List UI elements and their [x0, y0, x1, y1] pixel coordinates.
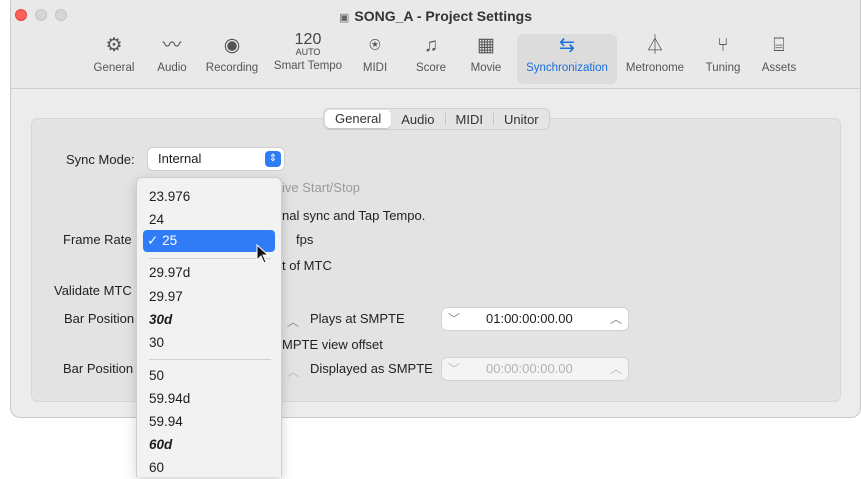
title-bar: ▣ SONG_A - Project Settings ⚙ General 〰 A… [11, 0, 860, 89]
mouse-pointer-icon [256, 243, 270, 269]
fps-label: fps [296, 232, 314, 247]
menu-item-60[interactable]: 60 [143, 457, 275, 479]
toolbar-label: Audio [157, 62, 187, 74]
frame-rate-label: Frame Rate [63, 232, 132, 247]
toolbar-label: Synchronization [526, 62, 608, 74]
tab-general[interactable]: General [325, 110, 392, 128]
tempo-display: 120 AUTO [269, 31, 347, 57]
tab-unitor[interactable]: Unitor [494, 112, 549, 127]
document-icon: ▣ [338, 12, 350, 24]
mtc-text: t of MTC [282, 258, 332, 273]
sync-icon: ⇆ [559, 35, 575, 56]
menu-divider [149, 359, 271, 360]
menu-item-30[interactable]: 30 [143, 332, 275, 354]
chevron-up-icon: ︿ [610, 362, 623, 376]
tab-audio[interactable]: Audio [391, 112, 444, 127]
bar-position-label-2: Bar Position [63, 361, 134, 376]
record-icon: ◉ [223, 35, 241, 56]
validate-mtc-label: Validate MTC [54, 283, 132, 298]
menu-item-24[interactable]: 24 [143, 209, 275, 231]
window-title: ▣ SONG_A - Project Settings [11, 8, 860, 24]
frame-rate-menu: 23.976 24 ✓ 25 29.97d 29.97 30d 30 50 59… [136, 177, 282, 477]
metronome-icon: ⏃ [645, 35, 665, 56]
internal-sync-text: nal sync and Tap Tempo. [282, 208, 426, 223]
sync-mode-label: Sync Mode: [66, 152, 135, 167]
toolbar-assets[interactable]: ⌸ Assets [755, 34, 803, 84]
sync-mode-value: Internal [158, 151, 202, 166]
menu-item-5994[interactable]: 59.94 [143, 411, 275, 433]
smpte-view-offset-text: MPTE view offset [282, 337, 383, 352]
tempo-value: 120 [294, 31, 322, 48]
smpte-value-1: 01:00:00:00.00 [486, 311, 573, 326]
chevron-up-icon: ︿ [287, 365, 300, 379]
menu-divider [149, 258, 271, 259]
toolbar-midi[interactable]: ⍟ MIDI [355, 34, 395, 84]
chevron-up-icon[interactable]: ︿ [287, 313, 299, 330]
toolbar-label: Metronome [625, 62, 685, 74]
chevron-up-icon[interactable]: ︿ [610, 308, 622, 330]
gear-icon: ⚙ [105, 35, 123, 56]
tempo-mode: AUTO [295, 47, 321, 57]
tab-segmented-control: General Audio MIDI Unitor [323, 108, 550, 130]
toolbar-label: Recording [205, 62, 259, 74]
chevron-down-icon[interactable]: ﹀ [448, 308, 460, 330]
menu-item-30d[interactable]: 30d [143, 309, 275, 331]
plays-at-smpte-label: Plays at SMPTE [310, 311, 405, 326]
toolbar-smart-tempo[interactable]: 120 AUTO Smart Tempo [269, 31, 347, 84]
menu-item-60d[interactable]: 60d [143, 434, 275, 456]
toolbar-label: Score [415, 62, 447, 74]
tuning-fork-icon: ⑂ [717, 35, 729, 56]
toolbar-label: MIDI [362, 62, 388, 74]
smpte-field-2: ﹀ 00:00:00:00.00 ︿ [442, 358, 628, 380]
tab-midi[interactable]: MIDI [446, 112, 493, 127]
sync-mode-popup[interactable]: Internal ⇕ [148, 148, 284, 170]
menu-item-5994d[interactable]: 59.94d [143, 388, 275, 410]
auto-enable-text: ive Start/Stop [282, 180, 361, 195]
toolbar-synchronization[interactable]: ⇆ Synchronization [517, 34, 617, 84]
score-icon: ♫ [423, 35, 439, 56]
menu-item-2997[interactable]: 29.97 [143, 286, 275, 308]
waveform-icon: 〰 [162, 35, 182, 56]
toolbar-score[interactable]: ♫ Score [409, 34, 453, 84]
menu-item-label: 25 [162, 233, 178, 248]
toolbar-label: General [93, 62, 135, 74]
toolbar-tuning[interactable]: ⑂ Tuning [699, 34, 747, 84]
smpte-field-1[interactable]: ﹀ 01:00:00:00.00 ︿ [442, 308, 628, 330]
toolbar-audio[interactable]: 〰 Audio [149, 34, 195, 84]
chevron-updown-icon: ⇕ [265, 151, 281, 167]
checkmark-icon: ✓ [147, 233, 159, 248]
film-icon: ▦ [477, 35, 495, 56]
settings-toolbar: ⚙ General 〰 Audio ◉ Recording 120 AUTO S… [11, 31, 860, 84]
menu-item-23976[interactable]: 23.976 [143, 186, 275, 208]
toolbar-label: Movie [470, 62, 502, 74]
toolbar-general[interactable]: ⚙ General [89, 34, 139, 84]
displayed-as-smpte-label: Displayed as SMPTE [310, 361, 433, 376]
menu-item-50[interactable]: 50 [143, 365, 275, 387]
briefcase-icon: ⌸ [773, 35, 785, 56]
toolbar-label: Smart Tempo [273, 60, 343, 72]
toolbar-label: Tuning [705, 62, 741, 74]
midi-icon: ⍟ [369, 35, 381, 56]
toolbar-recording[interactable]: ◉ Recording [199, 34, 265, 84]
toolbar-label: Assets [761, 62, 797, 74]
chevron-down-icon: ﹀ [448, 362, 461, 376]
window-title-text: SONG_A - Project Settings [354, 8, 533, 24]
toolbar-metronome[interactable]: ⏃ Metronome [619, 34, 691, 84]
smpte-value-2: 00:00:00:00.00 [486, 361, 573, 376]
toolbar-movie[interactable]: ▦ Movie [463, 34, 509, 84]
bar-position-label-1: Bar Position [64, 311, 135, 326]
